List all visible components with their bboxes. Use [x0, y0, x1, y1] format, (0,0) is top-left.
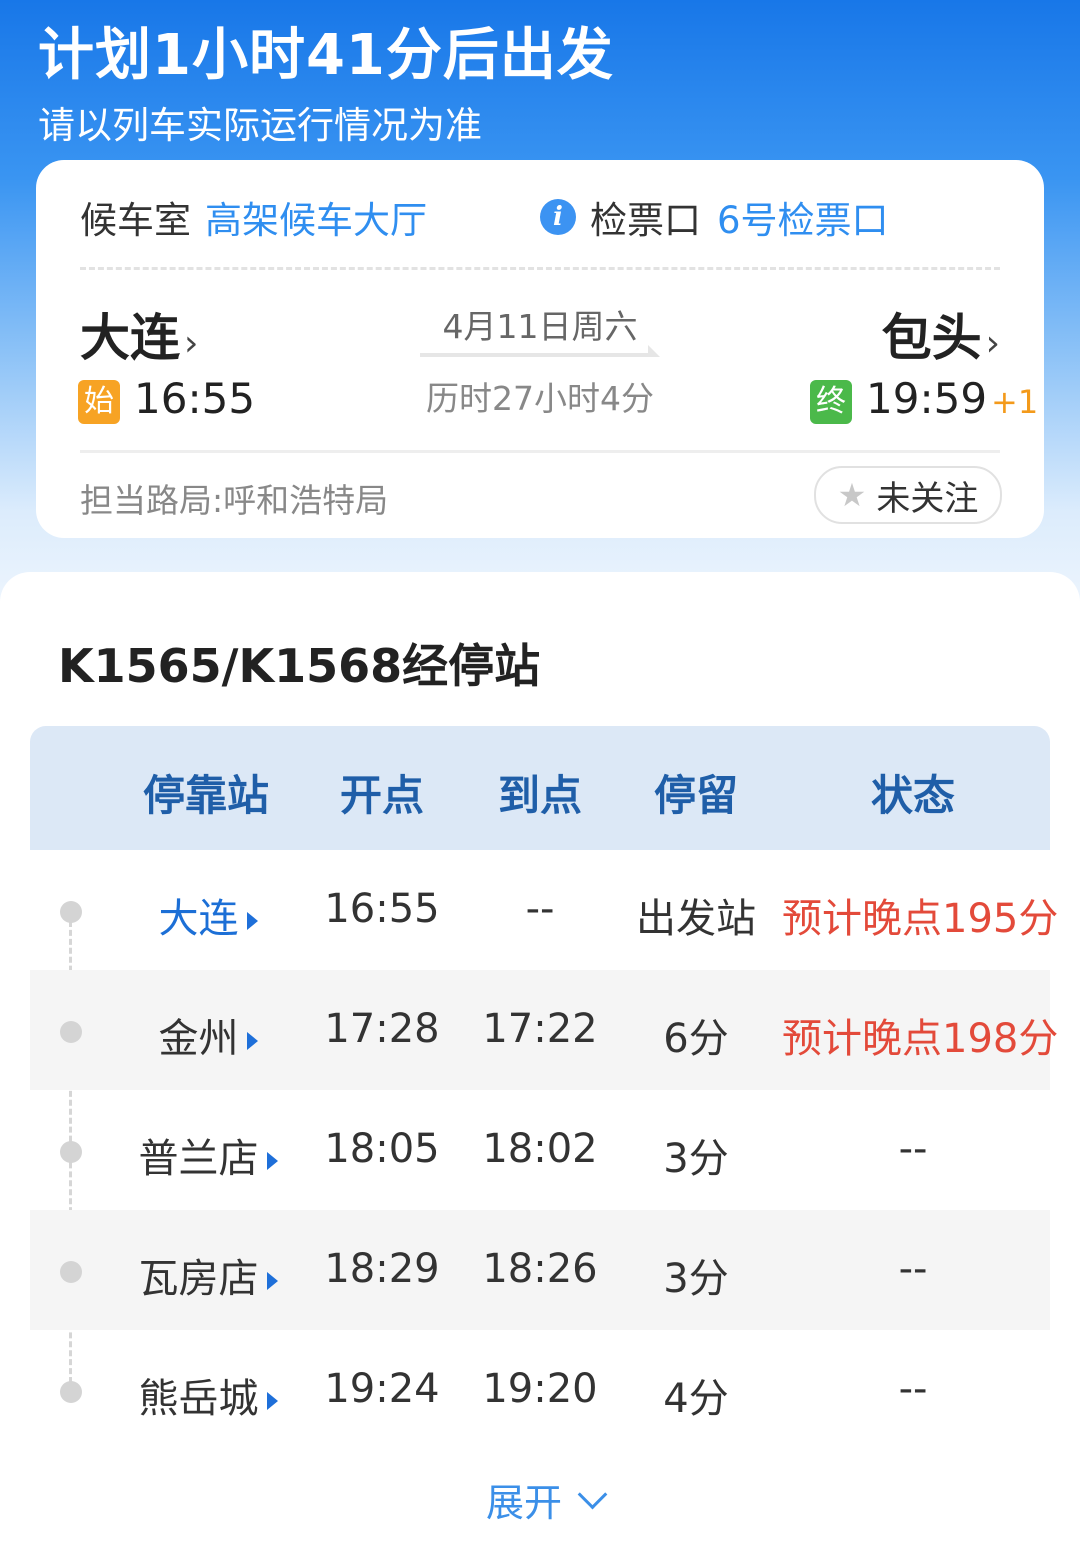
- stops-table-header: 停靠站 开点 到点 停留 状态: [30, 726, 1050, 850]
- stop-stay: 4分: [663, 1376, 729, 1422]
- dashed-divider: [80, 267, 1000, 270]
- column-header-arrive: 到点: [497, 771, 582, 820]
- route-arrow-line: [420, 353, 656, 357]
- stop-depart: 18:29: [324, 1246, 440, 1292]
- page-subtitle: 请以列车实际运行情况为准: [38, 104, 482, 147]
- table-row: 大连 16:55 -- 出发站 预计晚点195分: [30, 850, 1059, 970]
- stop-status: 预计晚点195分: [782, 896, 1059, 942]
- expand-label: 展开: [486, 1481, 563, 1525]
- arrow-right-icon: [648, 345, 672, 357]
- stop-station-label: 瓦房店: [138, 1256, 259, 1302]
- stop-station[interactable]: 普兰店: [108, 1126, 308, 1184]
- stop-depart: 19:24: [324, 1366, 440, 1412]
- arrive-time-wrap: 19:59 +1: [866, 374, 1038, 423]
- arrive-time: 19:59: [866, 374, 988, 423]
- stop-arrive: --: [525, 886, 555, 932]
- stop-station-label: 金州: [158, 1016, 239, 1062]
- page-title: 计划1小时41分后出发: [38, 23, 614, 88]
- column-header-status: 状态: [870, 771, 955, 820]
- stops-title: K1565/K1568经停站: [58, 639, 541, 693]
- from-station[interactable]: 大连 ›: [80, 298, 198, 370]
- table-row: 普兰店 18:05 18:02 3分 --: [30, 1090, 1050, 1210]
- divider: [80, 450, 1000, 453]
- stop-status: 预计晚点198分: [782, 1016, 1059, 1062]
- waiting-room-value[interactable]: 高架候车大厅: [205, 199, 427, 242]
- depart-time: 16:55: [134, 374, 256, 423]
- stop-arrive: 18:26: [482, 1246, 598, 1292]
- column-header-depart: 开点: [339, 771, 424, 820]
- stop-arrive: 19:20: [482, 1366, 598, 1412]
- travel-date: 4月11日周六: [442, 307, 638, 346]
- trip-info-card: 候车室 高架候车大厅 i 检票口 6号检票口 大连 › 包头 › 4月11日周六 历时…: [36, 160, 1044, 538]
- table-row: 熊岳城 19:24 19:20 4分 --: [30, 1330, 1050, 1450]
- expand-button[interactable]: 展开: [486, 1472, 608, 1527]
- waiting-room: 候车室 高架候车大厅: [80, 190, 427, 244]
- to-station[interactable]: 包头 ›: [882, 298, 1000, 370]
- table-row: 瓦房店 18:29 18:26 3分 --: [30, 1210, 1050, 1330]
- chevron-down-icon: [577, 1479, 608, 1510]
- stop-depart: 16:55: [324, 886, 440, 932]
- info-icon[interactable]: i: [540, 199, 576, 235]
- stop-status: --: [898, 1246, 928, 1292]
- gate-label: 检票口: [590, 199, 701, 242]
- play-icon: [246, 912, 258, 930]
- stop-status: --: [898, 1126, 928, 1172]
- stop-depart: 18:05: [324, 1126, 440, 1172]
- stop-station-label: 熊岳城: [138, 1376, 259, 1422]
- stop-stay: 3分: [663, 1256, 729, 1302]
- stop-arrive: 17:22: [482, 1006, 598, 1052]
- end-station-badge: 终: [810, 380, 852, 424]
- stop-station[interactable]: 大连: [108, 886, 308, 944]
- column-header-station: 停靠站: [142, 771, 269, 820]
- star-icon: ★: [837, 476, 867, 514]
- stop-station-label: 普兰店: [138, 1136, 259, 1182]
- timeline-dot: [60, 901, 82, 923]
- stop-depart: 17:28: [324, 1006, 440, 1052]
- start-station-badge: 始: [78, 380, 120, 424]
- timeline-dot: [60, 1381, 82, 1403]
- timeline-dot: [60, 1261, 82, 1283]
- timeline-dot: [60, 1021, 82, 1043]
- stop-stay: 6分: [663, 1016, 729, 1062]
- play-icon: [266, 1152, 278, 1170]
- ticket-gate[interactable]: i 检票口 6号检票口: [540, 190, 889, 244]
- play-icon: [266, 1392, 278, 1410]
- travel-duration: 历时27小时4分: [426, 379, 654, 418]
- stop-station[interactable]: 金州: [108, 1006, 308, 1064]
- chevron-right-icon: ›: [985, 323, 1000, 364]
- stop-arrive: 18:02: [482, 1126, 598, 1172]
- stop-station[interactable]: 瓦房店: [108, 1246, 308, 1304]
- follow-button[interactable]: ★ 未关注: [814, 466, 1002, 524]
- stop-station-label: 大连: [158, 896, 239, 942]
- to-station-label: 包头: [881, 309, 982, 367]
- railway-bureau: 担当路局:呼和浩特局: [80, 481, 389, 520]
- gate-value: 6号检票口: [717, 199, 889, 242]
- waiting-room-label: 候车室: [80, 199, 191, 242]
- from-station-label: 大连: [80, 309, 180, 367]
- timeline-dot: [60, 1141, 82, 1163]
- stop-station[interactable]: 熊岳城: [108, 1366, 308, 1424]
- play-icon: [266, 1272, 278, 1290]
- stop-stay: 3分: [663, 1136, 729, 1182]
- follow-label: 未关注: [876, 478, 979, 519]
- chevron-right-icon: ›: [184, 323, 199, 364]
- column-header-stay: 停留: [653, 771, 738, 820]
- stop-status: --: [898, 1366, 928, 1412]
- table-row: 金州 17:28 17:22 6分 预计晚点198分: [30, 970, 1059, 1090]
- stop-stay: 出发站: [636, 896, 756, 942]
- day-offset: +1: [991, 383, 1039, 421]
- play-icon: [246, 1032, 258, 1050]
